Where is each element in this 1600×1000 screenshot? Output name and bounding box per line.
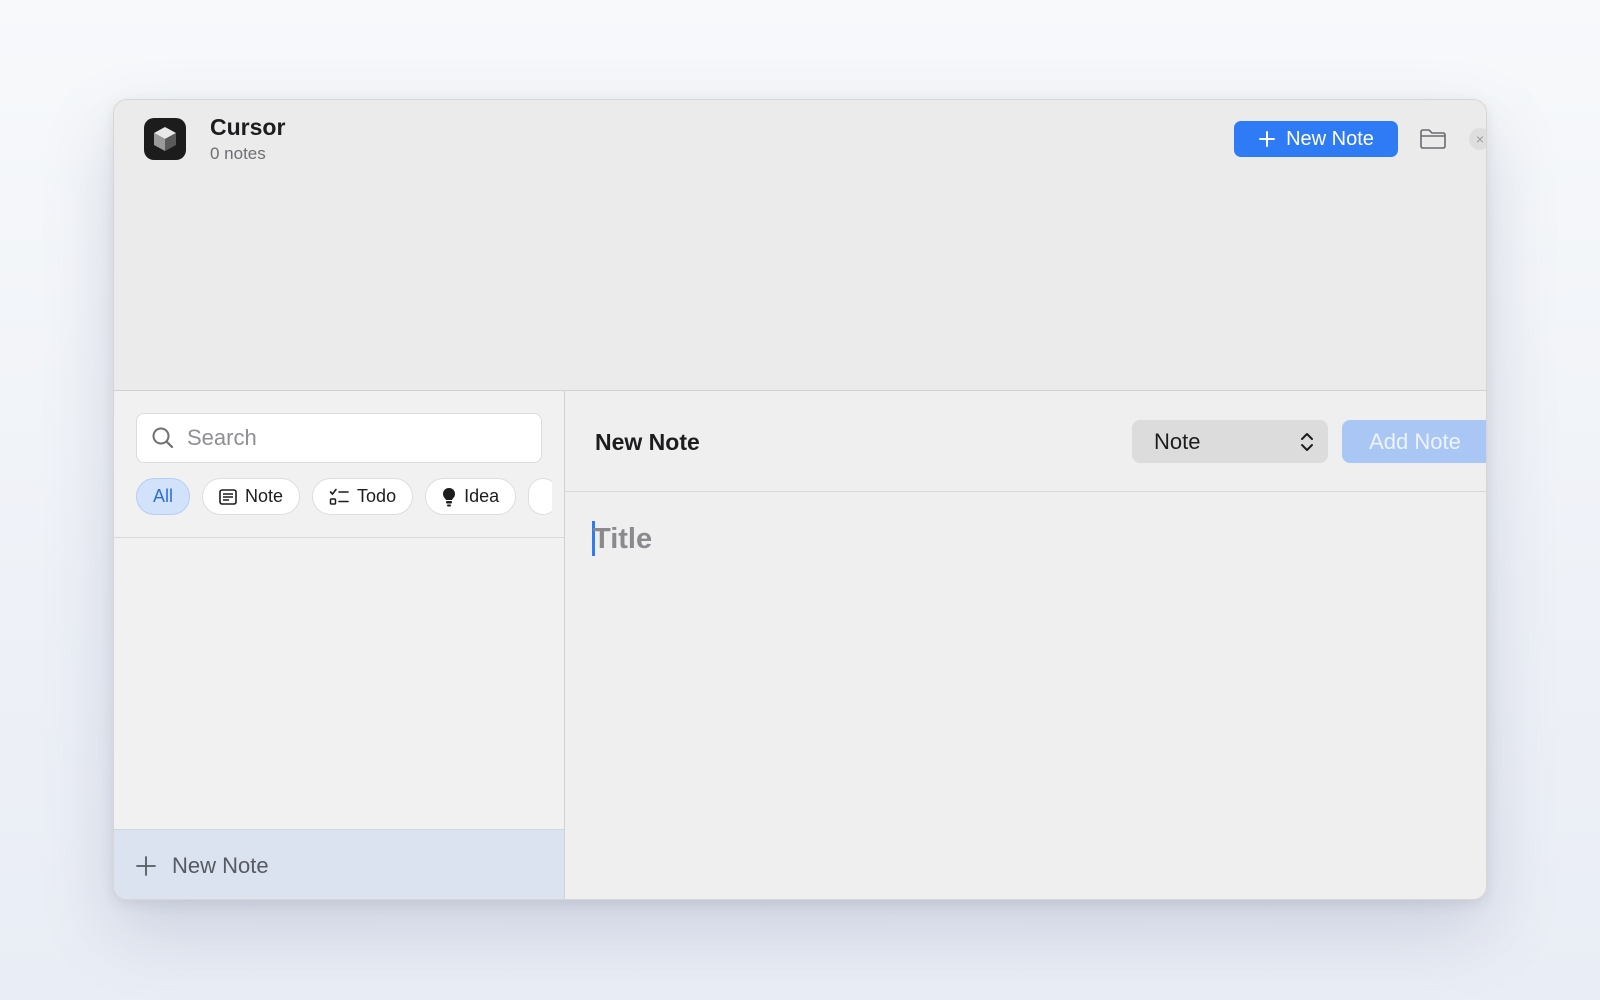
add-note-button[interactable]: Add Note bbox=[1342, 420, 1486, 463]
folder-icon[interactable] bbox=[1418, 124, 1448, 154]
new-note-button-label: New Note bbox=[1286, 127, 1374, 150]
note-count: 0 notes bbox=[210, 144, 266, 163]
note-type-value: Note bbox=[1154, 428, 1201, 454]
add-note-label: Add Note bbox=[1369, 428, 1461, 454]
filter-chip-idea[interactable]: Idea bbox=[425, 478, 517, 515]
filter-chip-all[interactable]: All bbox=[136, 478, 191, 515]
editor-heading: New Note bbox=[595, 429, 700, 455]
notes-window: Cursor 0 notes New Note × Search All Not… bbox=[113, 99, 1487, 900]
search-input[interactable] bbox=[187, 425, 517, 451]
close-button[interactable]: × bbox=[1469, 128, 1486, 150]
sidebar-new-note-button[interactable]: New Note bbox=[114, 829, 564, 899]
filter-chip-label: All bbox=[153, 486, 174, 506]
filter-chip-label: Note bbox=[245, 486, 284, 506]
close-icon: × bbox=[1475, 131, 1485, 147]
sidebar: All Note Todo bbox=[114, 391, 565, 899]
plus-icon bbox=[136, 855, 156, 876]
app-cube-icon bbox=[144, 118, 186, 160]
search-box[interactable] bbox=[136, 413, 542, 463]
editor-toolbar: New Note Note Add Note bbox=[565, 391, 1486, 492]
plus-icon bbox=[1259, 131, 1276, 147]
title-input[interactable] bbox=[593, 519, 1453, 559]
chevron-updown-icon bbox=[1301, 432, 1313, 451]
filter-chip-more[interactable] bbox=[528, 478, 552, 515]
filter-chip-label: Idea bbox=[464, 486, 500, 506]
editor-pane: New Note Note Add Note bbox=[565, 391, 1486, 899]
filter-chip-todo[interactable]: Todo bbox=[312, 478, 414, 515]
window-header: Cursor 0 notes New Note × bbox=[114, 100, 1486, 391]
checklist-icon bbox=[329, 488, 349, 505]
filter-chip-label: Todo bbox=[357, 486, 397, 506]
sidebar-divider bbox=[114, 537, 564, 538]
note-icon bbox=[219, 488, 237, 505]
filter-chips: All Note Todo Idea bbox=[136, 478, 552, 516]
app-title: Cursor bbox=[210, 114, 286, 140]
search-icon bbox=[152, 427, 174, 449]
sidebar-new-note-label: New Note bbox=[172, 852, 269, 878]
note-type-select[interactable]: Note bbox=[1132, 420, 1328, 463]
lightbulb-icon bbox=[443, 487, 456, 506]
filter-chip-note[interactable]: Note bbox=[202, 478, 301, 515]
new-note-button[interactable]: New Note bbox=[1234, 121, 1398, 157]
